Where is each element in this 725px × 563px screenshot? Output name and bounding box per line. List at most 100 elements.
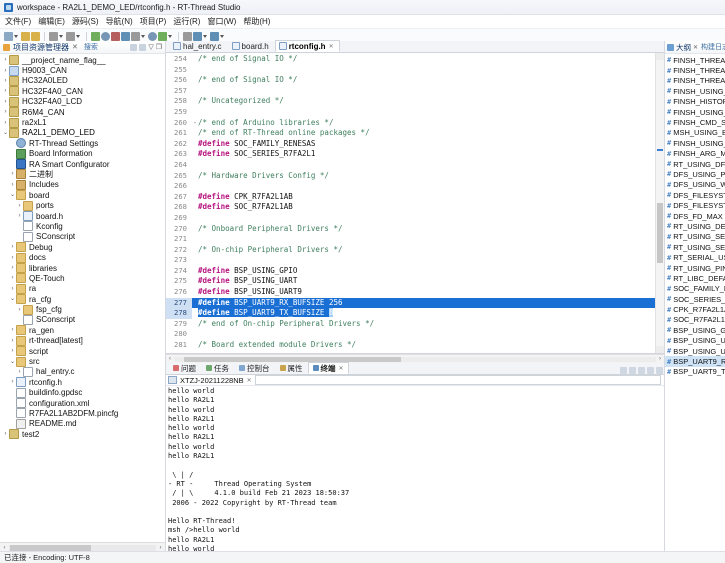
expand-arrow-icon[interactable]: ⌄ bbox=[2, 130, 9, 136]
collapse-arrow-icon[interactable]: › bbox=[9, 161, 16, 167]
code-line[interactable]: 275 #define BSP_USING_UART bbox=[166, 276, 655, 287]
editor-scroll-thumb[interactable] bbox=[657, 203, 663, 263]
save-all-icon[interactable] bbox=[31, 31, 40, 41]
code-line[interactable]: 264 bbox=[166, 160, 655, 171]
collapse-arrow-icon[interactable]: › bbox=[16, 213, 23, 219]
tree-item[interactable]: › 二进制 bbox=[0, 169, 165, 180]
minimize-panel-icon[interactable] bbox=[647, 367, 654, 374]
collapse-arrow-icon[interactable]: › bbox=[2, 109, 9, 115]
collapse-arrow-icon[interactable]: › bbox=[2, 431, 9, 437]
outline-item[interactable]: #MSH_USING_BU bbox=[665, 128, 725, 138]
collapse-arrow-icon[interactable]: › bbox=[2, 57, 9, 63]
tree-item[interactable]: › __project_name_flag__ bbox=[0, 55, 165, 66]
collapse-arrow-icon[interactable]: › bbox=[9, 400, 16, 406]
tree-item[interactable]: › HC32F4A0_LCD bbox=[0, 96, 165, 107]
scroll-thumb[interactable] bbox=[10, 544, 91, 551]
search-icon[interactable] bbox=[131, 31, 140, 41]
build-dropdown-icon[interactable] bbox=[59, 34, 63, 38]
clean-icon[interactable] bbox=[66, 31, 75, 41]
bottom-tab-bar[interactable]: 问题 任务 控制台 属性 终端 ✕ bbox=[166, 362, 664, 375]
code-line[interactable]: 281 /* Board extended module Drivers */ bbox=[166, 340, 655, 351]
save-icon[interactable] bbox=[21, 31, 30, 41]
editor-hscroll-thumb[interactable] bbox=[184, 356, 401, 362]
code-line[interactable]: 255 bbox=[166, 65, 655, 76]
tree-item[interactable]: ⌄ ra_cfg bbox=[0, 294, 165, 305]
outline-item[interactable]: #FINSH_ARG_MA bbox=[665, 149, 725, 159]
tree-item[interactable]: › buildinfo.gpdsc bbox=[0, 387, 165, 398]
outline-item[interactable]: #FINSH_USING_S bbox=[665, 107, 725, 117]
code-line[interactable]: 259 bbox=[166, 107, 655, 118]
outline-item[interactable]: #CPK_R7FA2L1AB bbox=[665, 304, 725, 314]
expand-arrow-icon[interactable]: ⌄ bbox=[9, 296, 16, 302]
tree-item[interactable]: › RA Smart Configurator bbox=[0, 159, 165, 170]
code-line[interactable]: 268 #define SOC_R7FA2L1AB bbox=[166, 202, 655, 213]
scroll-down-icon[interactable] bbox=[656, 346, 664, 353]
code-line[interactable]: 256 /* end of Signal IO */ bbox=[166, 75, 655, 86]
tree-item[interactable]: ⌄ src bbox=[0, 356, 165, 367]
link-editor-icon[interactable] bbox=[139, 43, 147, 51]
scroll-lock-icon[interactable] bbox=[620, 367, 627, 374]
collapse-arrow-icon[interactable]: › bbox=[16, 203, 23, 209]
tree-item[interactable]: › HC32F4A0_CAN bbox=[0, 86, 165, 97]
collapse-arrow-icon[interactable]: › bbox=[9, 275, 16, 281]
tree-item[interactable]: › ra2xL1 bbox=[0, 117, 165, 128]
tree-item[interactable]: › hal_entry.c bbox=[0, 366, 165, 377]
tree-item[interactable]: › ports bbox=[0, 200, 165, 211]
collapse-arrow-icon[interactable]: › bbox=[9, 151, 16, 157]
collapse-arrow-icon[interactable]: › bbox=[9, 244, 16, 250]
menu-item-edit[interactable]: 编辑(E) bbox=[38, 16, 65, 27]
stop-icon[interactable] bbox=[111, 31, 120, 41]
outline-item[interactable]: #DFS_USING_POS bbox=[665, 169, 725, 179]
outline-item[interactable]: #BSP_USING_UAR bbox=[665, 336, 725, 346]
tree-item[interactable]: › README.md bbox=[0, 418, 165, 429]
menu-item-help[interactable]: 帮助(H) bbox=[243, 16, 270, 27]
outline-list[interactable]: # FINSH_THREAD # FINSH_THREAD # FINSH_THREAD #… bbox=[665, 54, 725, 552]
view-menu-icon[interactable]: ▽ bbox=[148, 43, 153, 51]
maximize-panel-icon[interactable] bbox=[656, 367, 663, 374]
collapse-arrow-icon[interactable]: › bbox=[9, 410, 16, 416]
outline-item[interactable]: # SOC_R7FA2L1A bbox=[665, 315, 725, 325]
outline-item[interactable]: #DFS_FILESYSTEM bbox=[665, 190, 725, 200]
collapse-arrow-icon[interactable]: › bbox=[9, 171, 16, 177]
bottom-tab[interactable]: 属性 bbox=[275, 362, 308, 374]
build-icon[interactable] bbox=[49, 31, 58, 41]
code-line[interactable]: 266 bbox=[166, 181, 655, 192]
tree-item[interactable]: › Debug bbox=[0, 242, 165, 253]
tree-item[interactable]: › RT-Thread Settings bbox=[0, 138, 165, 149]
tree-item[interactable]: › HC32A0LED bbox=[0, 75, 165, 86]
code-line[interactable]: 272 /* On-chip Peripheral Drivers */ bbox=[166, 245, 655, 256]
tree-item[interactable]: › H9003_CAN bbox=[0, 65, 165, 76]
outline-item[interactable]: #SOC_SERIES_R7F bbox=[665, 294, 725, 304]
collapse-arrow-icon[interactable]: › bbox=[9, 265, 16, 271]
forward-dropdown-icon[interactable] bbox=[220, 34, 224, 38]
clean-dropdown-icon[interactable] bbox=[76, 34, 80, 38]
terminal-output[interactable]: hello world hello RA2L1 hello world hell… bbox=[166, 386, 664, 552]
tree-item[interactable]: › configuration.xml bbox=[0, 398, 165, 409]
outline-item[interactable]: # FINSH_THREAD bbox=[665, 55, 725, 65]
tree-item[interactable]: › R6M4_CAN bbox=[0, 107, 165, 118]
collapse-arrow-icon[interactable]: › bbox=[9, 338, 16, 344]
editor-tab[interactable]: board.h bbox=[228, 40, 275, 52]
code-line[interactable]: 258 /* Uncategorized */ bbox=[166, 96, 655, 107]
build-log-tab[interactable]: 构建日志 bbox=[701, 42, 725, 52]
collapse-arrow-icon[interactable]: › bbox=[9, 286, 16, 292]
collapse-arrow-icon[interactable]: › bbox=[2, 120, 9, 126]
tree-item[interactable]: › QE-Touch bbox=[0, 273, 165, 284]
outline-item[interactable]: #BSP_USING_UAR bbox=[665, 346, 725, 356]
outline-item[interactable]: #RT_USING_SERI bbox=[665, 232, 725, 242]
outline-item[interactable]: #RT_LIBC_DEFAU bbox=[665, 273, 725, 283]
collapse-arrow-icon[interactable]: › bbox=[16, 234, 23, 240]
outline-item[interactable]: #FINSH_HISTORY bbox=[665, 97, 725, 107]
code-line[interactable]: 263 #define SOC_SERIES_R7FA2L1 bbox=[166, 149, 655, 160]
code-line[interactable]: 254 /* end of Signal IO */ bbox=[166, 54, 655, 65]
code-line[interactable]: 261 /* end of RT-Thread online packages *… bbox=[166, 128, 655, 139]
tree-item[interactable]: › ra_gen bbox=[0, 325, 165, 336]
outline-item[interactable]: #FINSH_USING_H bbox=[665, 86, 725, 96]
code-line[interactable]: 262 #define SOC_FAMILY_RENESAS bbox=[166, 139, 655, 150]
tree-item[interactable]: › script bbox=[0, 346, 165, 357]
editor-vertical-scrollbar[interactable] bbox=[655, 53, 664, 353]
tree-item[interactable]: › rt-thread [latest] bbox=[0, 335, 165, 346]
collapse-arrow-icon[interactable]: › bbox=[16, 307, 23, 313]
collapse-arrow-icon[interactable]: › bbox=[2, 68, 9, 74]
bottom-tab[interactable]: 问题 bbox=[168, 362, 201, 374]
